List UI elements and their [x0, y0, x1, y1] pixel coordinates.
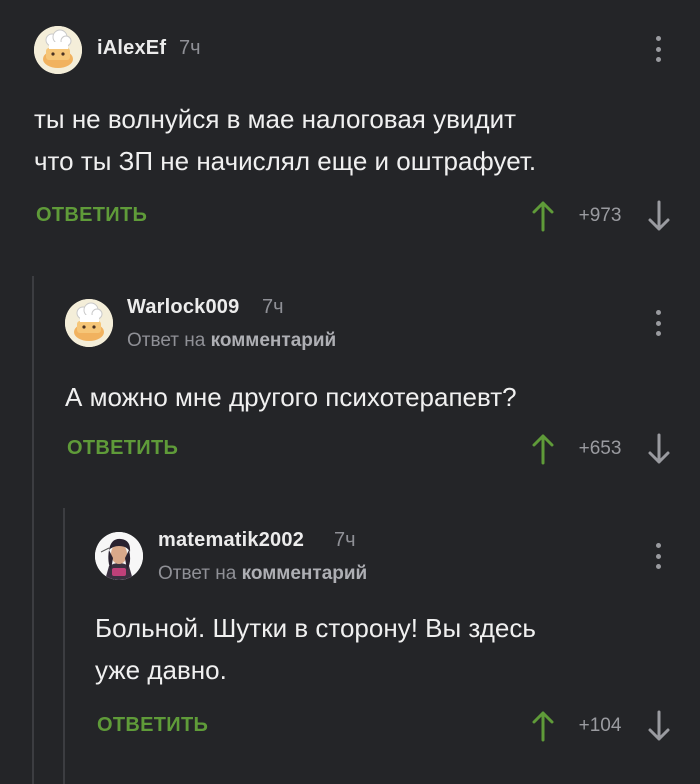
reply-button[interactable]: ОТВЕТИТЬ	[67, 437, 178, 460]
rating-value: +104	[578, 715, 622, 736]
comment-text-line: А можно мне другого психотерапевт?	[65, 382, 517, 412]
comment-time: 7ч	[179, 37, 201, 59]
reply-to-link[interactable]: комментарий	[211, 330, 337, 351]
comment-text: Больной. Шутки в сторону! Вы здесь уже д…	[95, 607, 675, 691]
reply-to-label: Ответ на комментарий	[158, 563, 367, 585]
more-menu-icon[interactable]	[648, 541, 668, 571]
reply-to-prefix: Ответ на	[158, 563, 237, 584]
more-menu-icon[interactable]	[648, 34, 668, 64]
downvote-arrow-icon[interactable]	[646, 200, 672, 232]
comment-text-line: Больной. Шутки в сторону! Вы здесь	[95, 613, 536, 643]
comment-actions: ОТВЕТИТЬ +104	[0, 710, 700, 742]
cook-hat-icon	[34, 26, 82, 74]
comment-text: А можно мне другого психотерапевт?	[65, 376, 665, 418]
comment-text: ты не волнуйся в мае налоговая увидит чт…	[34, 98, 654, 182]
reply-button[interactable]: ОТВЕТИТЬ	[97, 714, 208, 737]
comment-actions: ОТВЕТИТЬ +653	[0, 433, 700, 465]
upvote-arrow-icon[interactable]	[530, 433, 556, 465]
comment: iAlexEf 7ч ты не волнуйся в мае налогова…	[0, 26, 700, 232]
downvote-arrow-icon[interactable]	[646, 710, 672, 742]
comment-thread: iAlexEf 7ч ты не волнуйся в мае налогова…	[0, 0, 700, 784]
avatar[interactable]	[95, 532, 143, 580]
cook-hat-icon	[65, 299, 113, 347]
downvote-arrow-icon[interactable]	[646, 433, 672, 465]
comment-time: 7ч	[334, 529, 356, 551]
comment-text-line: что ты ЗП не начислял еще и оштрафует.	[34, 146, 537, 176]
avatar[interactable]	[34, 26, 82, 74]
rating-value: +973	[578, 205, 622, 226]
upvote-arrow-icon[interactable]	[530, 710, 556, 742]
rating-value: +653	[578, 438, 622, 459]
reply-to-label: Ответ на комментарий	[127, 330, 336, 352]
reply-to-link[interactable]: комментарий	[242, 563, 368, 584]
comment-text-line: уже давно.	[95, 655, 227, 685]
avatar[interactable]	[65, 299, 113, 347]
upvote-arrow-icon[interactable]	[530, 200, 556, 232]
comment-time: 7ч	[262, 296, 284, 318]
reply-button[interactable]: ОТВЕТИТЬ	[36, 204, 147, 227]
comment-text-line: ты не волнуйся в мае налоговая увидит	[34, 104, 517, 134]
author-name[interactable]: Warlock009	[127, 296, 239, 319]
author-name[interactable]: iAlexEf	[97, 37, 166, 60]
comment: Warlock009 7ч Ответ на комментарий А мож…	[0, 296, 700, 465]
more-menu-icon[interactable]	[648, 308, 668, 338]
author-name[interactable]: matematik2002	[158, 529, 304, 552]
reply-to-prefix: Ответ на	[127, 330, 206, 351]
comment-actions: ОТВЕТИТЬ +973	[0, 200, 700, 232]
comment: matematik2002 7ч Ответ на комментарий Бо…	[0, 529, 700, 742]
user-photo-icon	[95, 532, 143, 580]
